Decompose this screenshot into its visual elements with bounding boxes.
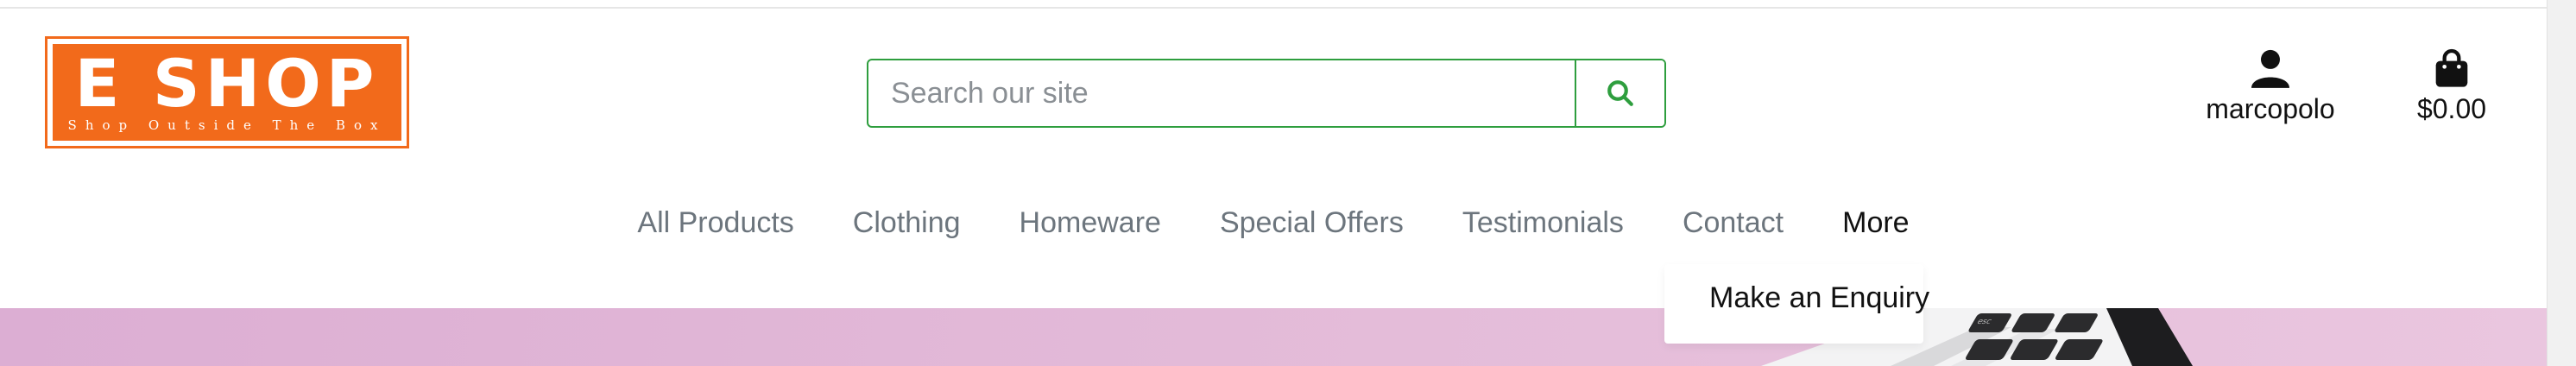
logo-title: E SHOP	[74, 45, 380, 122]
nav-more-dropdown[interactable]: More	[1813, 197, 1938, 249]
bag-total: $0.00	[2416, 93, 2487, 124]
more-dropdown-menu: Make an Enquiry	[1664, 264, 1929, 344]
nav-clothing[interactable]: Clothing	[824, 197, 990, 249]
shopping-bag-link[interactable]: $0.00	[2391, 48, 2512, 125]
nav-special-offers[interactable]: Special Offers	[1190, 197, 1433, 249]
nav-contact[interactable]: Contact	[1653, 197, 1813, 249]
top-divider	[0, 0, 2547, 9]
nav-all-products[interactable]: All Products	[608, 197, 823, 249]
shopping-bag-icon	[2435, 48, 2468, 87]
nav-homeware[interactable]: Homeware	[990, 197, 1190, 249]
main-navigation: All Products Clothing Homeware Special O…	[0, 197, 2547, 249]
site-header: E SHOP Shop Outside The Box marcopolo $0…	[0, 10, 2547, 308]
page-scrollbar[interactable]	[2547, 0, 2576, 366]
account-link[interactable]: marcopolo	[2184, 48, 2357, 125]
nav-testimonials[interactable]: Testimonials	[1433, 197, 1653, 249]
dropdown-item-make-an-enquiry[interactable]: Make an Enquiry	[1664, 264, 1929, 315]
logo-tagline: Shop Outside The Box	[67, 117, 387, 133]
search-input[interactable]	[868, 60, 1575, 126]
search-icon	[1607, 80, 1633, 106]
account-username: marcopolo	[2206, 93, 2335, 124]
search-form	[867, 59, 1666, 128]
search-button[interactable]	[1575, 60, 1664, 126]
user-icon	[2251, 49, 2289, 88]
site-logo[interactable]: E SHOP Shop Outside The Box	[45, 36, 409, 148]
logo-badge: E SHOP Shop Outside The Box	[53, 44, 401, 141]
hero-banner: esc	[0, 308, 2547, 366]
